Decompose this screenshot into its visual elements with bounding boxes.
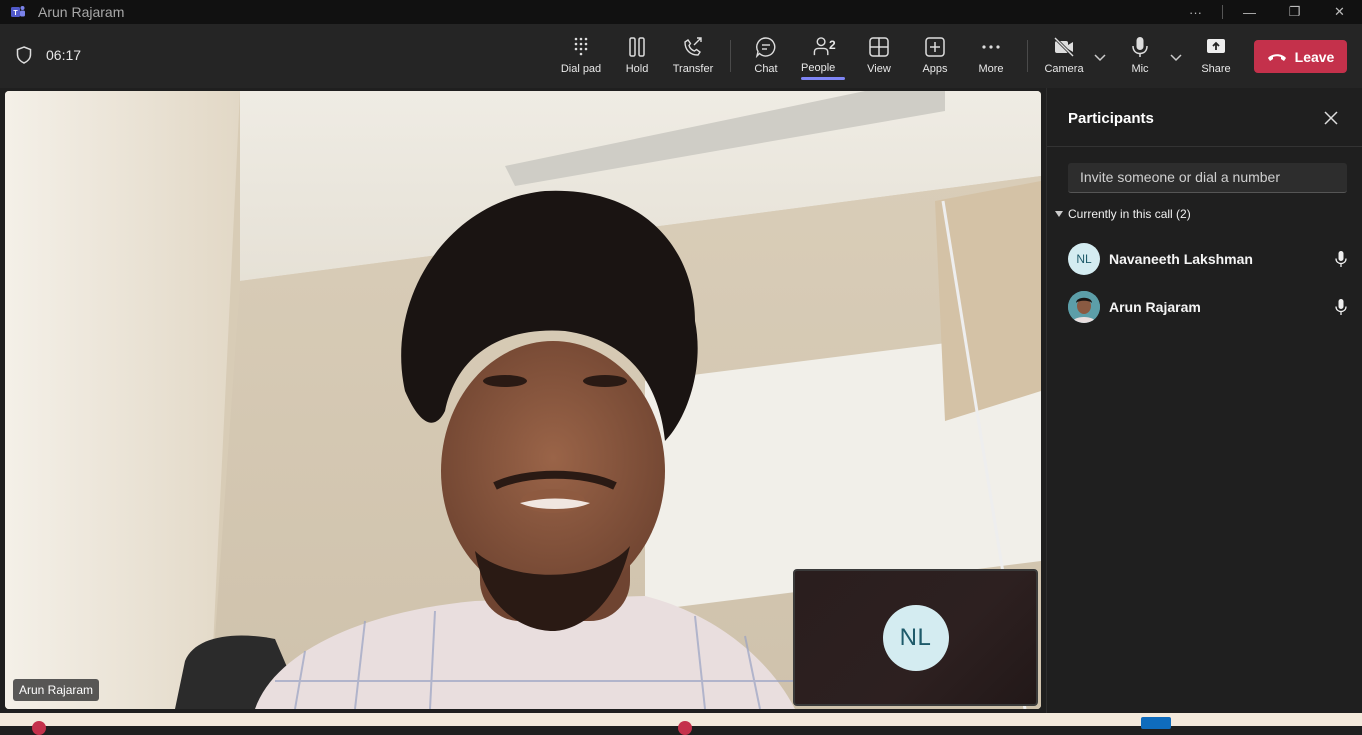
teams-logo-icon: T [11, 6, 25, 17]
people-button[interactable]: 2 People [795, 36, 851, 80]
transfer-label: Transfer [672, 63, 714, 75]
close-window-button[interactable]: ✕ [1317, 0, 1362, 24]
notification-dot [32, 721, 46, 735]
people-count-badge: 2 [829, 38, 836, 52]
toolbar-divider [1027, 40, 1028, 72]
notification-dot [678, 721, 692, 735]
in-call-section-toggle[interactable]: Currently in this call (2) [1055, 207, 1191, 221]
apps-label: Apps [922, 63, 948, 75]
more-options-button[interactable]: ··· [1173, 0, 1218, 24]
camera-label: Camera [1044, 63, 1084, 75]
more-actions-button[interactable]: More [963, 36, 1019, 80]
participants-panel: Participants Invite someone or dial a nu… [1046, 88, 1362, 713]
speaker-name-tag: Arun Rajaram [13, 679, 100, 701]
dial-pad-button[interactable]: Dial pad [553, 36, 609, 80]
view-label: View [867, 63, 891, 75]
title-bar: T Arun Rajaram ··· — ❐ ✕ [0, 0, 1362, 24]
camera-button[interactable]: Camera [1036, 36, 1092, 80]
participant-row[interactable]: NL Navaneeth Lakshman [1068, 241, 1348, 277]
avatar: NL [1068, 243, 1100, 275]
share-label: Share [1201, 63, 1231, 75]
mic-button[interactable]: Mic [1112, 36, 1168, 80]
hang-up-icon [1267, 53, 1286, 61]
panel-header: Participants [1047, 88, 1362, 147]
view-button[interactable]: View [851, 36, 907, 80]
chat-icon [755, 37, 776, 58]
hold-label: Hold [625, 63, 649, 75]
mic-label: Mic [1131, 63, 1149, 75]
transfer-button[interactable]: Transfer [665, 36, 721, 80]
more-label: More [978, 63, 1004, 75]
chat-label: Chat [754, 63, 778, 75]
participant-row[interactable]: Arun Rajaram [1068, 289, 1348, 325]
window-title: Arun Rajaram [38, 4, 125, 20]
caret-down-icon [1055, 211, 1063, 217]
apps-button[interactable]: Apps [907, 36, 963, 80]
dial-pad-label: Dial pad [560, 63, 602, 75]
camera-off-icon [1053, 36, 1075, 58]
share-button[interactable]: Share [1188, 36, 1244, 80]
minimize-button[interactable]: — [1227, 0, 1272, 24]
shield-icon [16, 46, 32, 64]
self-avatar: NL [882, 604, 949, 671]
dial-pad-icon [574, 37, 588, 56]
leave-label: Leave [1294, 48, 1335, 65]
toolbar-divider [730, 40, 731, 72]
mic-icon [1335, 251, 1347, 267]
invite-input[interactable]: Invite someone or dial a number [1068, 163, 1347, 193]
mic-icon [1335, 299, 1347, 315]
restore-button[interactable]: ❐ [1272, 0, 1317, 24]
taskbar-strip [0, 713, 1362, 735]
people-label: People [801, 62, 845, 80]
svg-text:T: T [13, 10, 18, 17]
taskbar-item[interactable] [1141, 717, 1171, 729]
meeting-toolbar: 06:17 Dial pad Hold Transfer Chat 2 Peop… [0, 24, 1362, 88]
participant-name: Navaneeth Lakshman [1109, 251, 1253, 267]
participant-name: Arun Rajaram [1109, 299, 1201, 315]
mic-options-chevron-icon[interactable] [1169, 50, 1183, 64]
window-controls: ··· — ❐ ✕ [1173, 0, 1362, 24]
chat-button[interactable]: Chat [738, 36, 794, 80]
call-timer-group: 06:17 [16, 46, 81, 64]
share-screen-icon [1207, 39, 1225, 53]
profile-photo-icon [1068, 291, 1100, 323]
grid-view-icon [869, 37, 889, 57]
microphone-icon [1132, 37, 1148, 57]
panel-title: Participants [1068, 110, 1154, 127]
window-controls-divider [1222, 5, 1223, 19]
camera-options-chevron-icon[interactable] [1093, 50, 1107, 64]
pause-icon [629, 37, 645, 57]
ellipsis-icon [982, 45, 1000, 49]
transfer-call-icon [684, 37, 702, 56]
close-icon[interactable] [1323, 110, 1339, 126]
leave-button[interactable]: Leave [1254, 40, 1347, 73]
add-apps-icon [925, 37, 945, 57]
hold-button[interactable]: Hold [609, 36, 665, 80]
in-call-section-label: Currently in this call (2) [1068, 207, 1191, 221]
self-video-tile[interactable]: NL [793, 569, 1038, 706]
call-timer: 06:17 [46, 47, 82, 63]
avatar [1068, 291, 1100, 323]
